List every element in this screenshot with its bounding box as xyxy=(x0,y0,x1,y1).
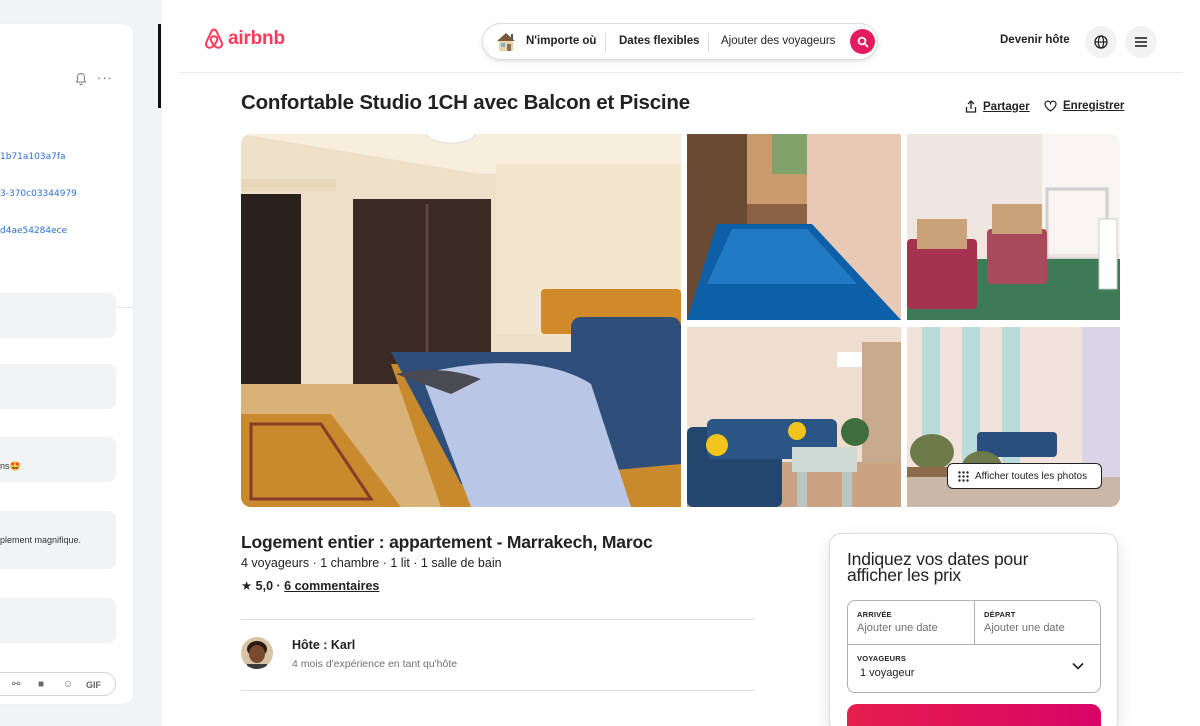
airbnb-logo[interactable]: airbnb xyxy=(203,27,285,51)
message-composer[interactable]: ⚯ ■ ☺ GIF xyxy=(0,672,116,696)
save-button[interactable]: Enregistrer xyxy=(1044,100,1124,112)
emoji-icon[interactable]: ☺ xyxy=(63,679,73,690)
search-icon xyxy=(857,36,868,47)
main-photo-bedroom[interactable] xyxy=(241,134,681,507)
reviews-link[interactable]: 6 commentaires xyxy=(284,579,379,593)
grid-icon xyxy=(958,470,969,482)
share-icon xyxy=(965,100,977,113)
guests-field[interactable]: VOYAGEURS 1 voyageur xyxy=(848,645,1100,692)
check-availability-button[interactable] xyxy=(847,704,1101,726)
divider xyxy=(708,33,709,52)
photo-living-room[interactable] xyxy=(687,327,901,507)
language-button[interactable] xyxy=(1085,26,1117,58)
heart-icon xyxy=(1044,100,1057,112)
checkin-label: ARRIVÉE xyxy=(857,610,892,619)
photo-balcony[interactable] xyxy=(907,134,1120,320)
site-header: airbnb N'importe où Dates flexibles Ajou… xyxy=(179,0,1183,73)
globe-icon xyxy=(1094,35,1108,49)
search-who[interactable]: Ajouter des voyageurs xyxy=(721,35,835,47)
listing-capacity: 4 voyageurs · 1 chambre · 1 lit · 1 sall… xyxy=(241,556,502,570)
link-id-2[interactable]: 3-370c03344979 xyxy=(0,189,77,199)
checkin-value: Ajouter une date xyxy=(857,622,938,634)
search-where[interactable]: N'importe où xyxy=(526,35,596,47)
link-id-3[interactable]: d4ae54284ece xyxy=(0,226,67,236)
divider xyxy=(241,690,754,691)
logo-text: airbnb xyxy=(228,28,285,49)
message-bubble xyxy=(0,293,116,338)
search-bar[interactable]: N'importe où Dates flexibles Ajouter des… xyxy=(482,23,878,60)
share-label: Partager xyxy=(983,100,1030,113)
message-bubble: ns🤩 xyxy=(0,437,116,482)
show-all-photos-button[interactable]: Afficher toutes les photos xyxy=(947,463,1102,489)
show-all-photos-label: Afficher toutes les photos xyxy=(975,470,1088,482)
gif-button[interactable]: GIF xyxy=(86,680,101,690)
house-icon xyxy=(497,33,515,51)
message-bubble xyxy=(0,364,116,409)
guests-value: 1 voyageur xyxy=(860,667,915,679)
checkout-label: DÉPART xyxy=(984,610,1016,619)
message-bubble: plement magnifique. xyxy=(0,511,116,569)
checkout-value: Ajouter une date xyxy=(984,622,1065,634)
host-name: Hôte : Karl xyxy=(292,638,356,652)
message-text: plement magnifique. xyxy=(0,535,82,545)
host-avatar[interactable] xyxy=(241,637,273,669)
become-host-link[interactable]: Devenir hôte xyxy=(1000,34,1070,46)
rating-value: ★ 5,0 · xyxy=(241,579,285,593)
airbnb-logo-icon xyxy=(205,28,223,49)
hamburger-icon xyxy=(1135,37,1147,47)
photo-pool[interactable] xyxy=(687,134,901,320)
menu-button[interactable] xyxy=(1125,26,1157,58)
message-text: ns🤩 xyxy=(0,461,21,471)
video-icon[interactable]: ■ xyxy=(38,679,44,690)
scroll-indicator xyxy=(158,24,161,108)
share-button[interactable]: Partager xyxy=(965,100,1030,113)
bell-icon[interactable] xyxy=(75,72,87,86)
host-experience: 4 mois d'expérience en tant qu'hôte xyxy=(292,658,458,670)
divider xyxy=(241,619,754,620)
message-bubble xyxy=(0,598,116,643)
listing-title: Confortable Studio 1CH avec Balcon et Pi… xyxy=(241,91,690,114)
search-when[interactable]: Dates flexibles xyxy=(619,35,700,47)
rating-summary: ★ 5,0 · 6 commentaires xyxy=(241,578,379,593)
divider xyxy=(605,33,606,52)
booking-card: Indiquez vos dates pour afficher les pri… xyxy=(829,533,1118,726)
search-button[interactable] xyxy=(850,29,875,54)
link-icon[interactable]: ⚯ xyxy=(12,679,20,690)
guests-label: VOYAGEURS xyxy=(857,654,907,663)
booking-title: Indiquez vos dates pour afficher les pri… xyxy=(847,549,1029,585)
checkout-field[interactable]: DÉPART Ajouter une date xyxy=(975,601,1101,644)
chat-panel: ··· 1b71a103a7fa 3-370c03344979 d4ae5428… xyxy=(0,24,133,704)
checkin-field[interactable]: ARRIVÉE Ajouter une date xyxy=(848,601,974,644)
listing-type-heading: Logement entier : appartement - Marrakec… xyxy=(241,532,653,552)
more-options-icon[interactable]: ··· xyxy=(97,70,113,85)
link-id-1[interactable]: 1b71a103a7fa xyxy=(0,152,66,162)
date-guest-picker: ARRIVÉE Ajouter une date DÉPART Ajouter … xyxy=(847,600,1101,693)
chevron-down-icon xyxy=(1072,662,1084,670)
save-label: Enregistrer xyxy=(1063,100,1125,112)
